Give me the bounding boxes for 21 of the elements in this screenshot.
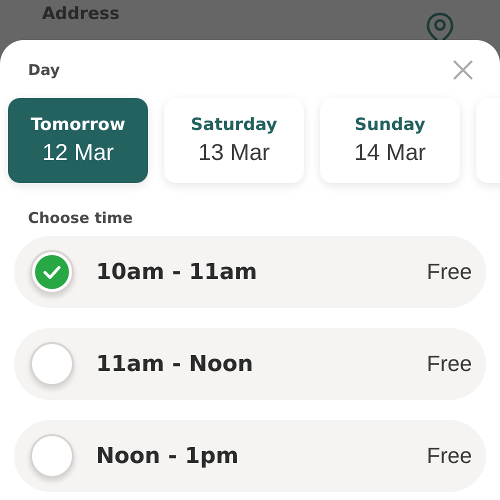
radio-button[interactable] (30, 342, 74, 386)
section-title: Day (28, 61, 60, 79)
time-slot-option[interactable]: 11am - Noon Free (14, 328, 486, 400)
time-slot-label: 10am - 11am (96, 260, 258, 284)
price-label: Free (426, 351, 472, 377)
radio-button[interactable] (30, 250, 74, 294)
check-icon (35, 255, 69, 289)
time-slot-label: Noon - 1pm (96, 444, 240, 468)
time-slot-label: 11am - Noon (96, 352, 254, 376)
time-slot-option[interactable]: Noon - 1pm Free (14, 420, 486, 492)
address-label: Address (42, 4, 120, 24)
radio-button[interactable] (30, 434, 74, 478)
day-card[interactable]: Saturday 13 Mar (164, 98, 304, 183)
day-card[interactable]: Tomorrow 12 Mar (8, 98, 148, 183)
price-label: Free (426, 259, 472, 285)
location-pin-icon (424, 12, 456, 40)
close-icon[interactable] (452, 59, 474, 81)
time-slot-option[interactable]: 10am - 11am Free (14, 236, 486, 308)
day-card[interactable]: Sunday 14 Mar (320, 98, 460, 183)
section-title: Choose time (28, 209, 133, 227)
price-label: Free (426, 443, 472, 469)
